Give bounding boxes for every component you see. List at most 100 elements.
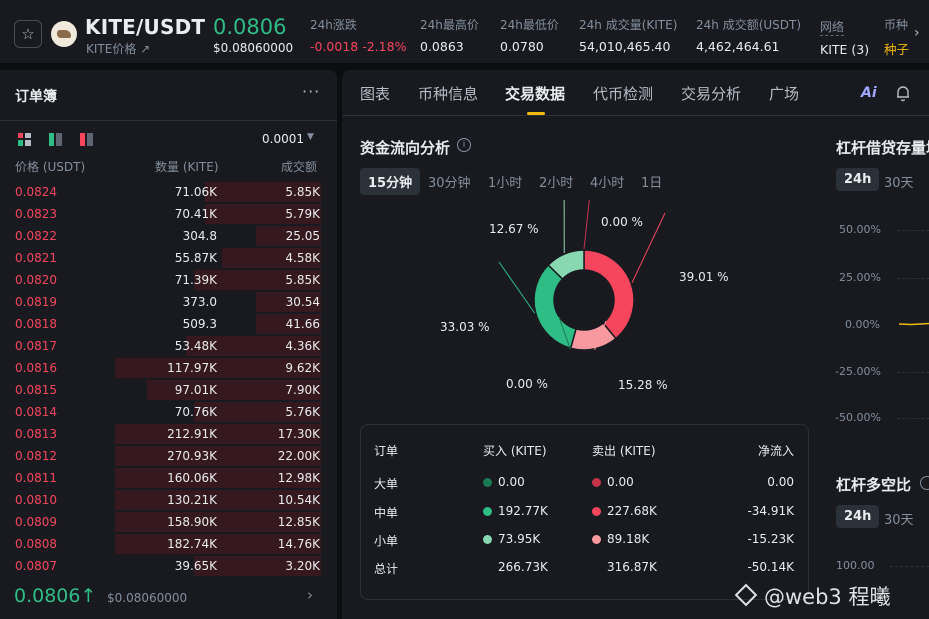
ask-row[interactable]: 0.0818 509.3 41.66 [0, 313, 337, 335]
chevron-right-icon[interactable]: › [307, 586, 313, 604]
period-15m[interactable]: 15分钟 [360, 168, 421, 195]
more-dots-icon[interactable]: ··· [302, 82, 320, 101]
period-30m[interactable]: 30分钟 [420, 168, 479, 195]
ask-price: 0.0814 [15, 405, 57, 419]
ask-row[interactable]: 0.0822 304.8 25.05 [0, 225, 337, 247]
view-bids-icon[interactable] [49, 133, 62, 146]
tab-bar: 图表 币种信息 交易数据 代币检测 交易分析 广场 Ai [342, 70, 929, 116]
ask-row[interactable]: 0.0814 70.76K 5.76K [0, 401, 337, 423]
period-2h[interactable]: 2小时 [531, 168, 581, 195]
bell-icon[interactable] [894, 84, 912, 102]
info-circle-icon[interactable] [920, 476, 929, 490]
donut-label: 15.28 % [618, 378, 668, 392]
stat-token-tag: 币种 种子 [884, 16, 912, 58]
ls-period-30d[interactable]: 30天 [876, 505, 922, 532]
ask-row[interactable]: 0.0817 53.48K 4.36K [0, 335, 337, 357]
ask-row[interactable]: 0.0815 97.01K 7.90K [0, 379, 337, 401]
ask-qty: 97.01K [174, 383, 217, 397]
gridline [890, 566, 929, 567]
ask-price: 0.0817 [15, 339, 57, 353]
view-both-icon[interactable] [18, 133, 31, 146]
stat-24h-change: 24h涨跌 -0.0018 -2.18% [310, 16, 406, 54]
period-4h[interactable]: 4小时 [582, 168, 632, 195]
buy-cell: 192.77K [483, 504, 548, 518]
buy-value: 0.00 [498, 475, 525, 489]
ask-row[interactable]: 0.0820 71.39K 5.85K [0, 269, 337, 291]
tick-size-select[interactable]: 0.0001 [262, 132, 304, 146]
stat-label: 24h涨跌 [310, 18, 357, 32]
info-circle-icon[interactable]: i [457, 138, 471, 152]
sell-cell: 89.18K [592, 532, 649, 546]
donut-slice[interactable] [583, 249, 635, 340]
ask-qty: 182.74K [167, 537, 217, 551]
ask-qty: 70.76K [174, 405, 217, 419]
ask-row[interactable]: 0.0824 71.06K 5.85K [0, 181, 337, 203]
period-1h[interactable]: 1小时 [480, 168, 530, 195]
ask-total: 3.20K [285, 559, 320, 573]
buy-cell: 0.00 [483, 475, 525, 489]
pair-title[interactable]: KITE/USDT [85, 15, 205, 39]
th-buy: 买入 (KITE) [483, 444, 547, 458]
stat-label: 24h 成交量(KITE) [579, 18, 678, 32]
chevron-right-icon[interactable]: › [914, 25, 920, 41]
ask-row[interactable]: 0.0823 70.41K 5.79K [0, 203, 337, 225]
ask-total: 7.90K [285, 383, 320, 397]
ask-price: 0.0819 [15, 295, 57, 309]
order-book-title: 订单簿 [15, 89, 57, 105]
legend-dot [592, 507, 601, 516]
y-tick: 0.00% [845, 318, 880, 331]
tab-token-check[interactable]: 代币检测 [593, 83, 653, 104]
ask-total: 10.54K [277, 493, 320, 507]
margin-period-30d[interactable]: 30天 [876, 168, 922, 195]
net-value: -34.91K [747, 504, 794, 518]
ask-qty: 39.65K [174, 559, 217, 573]
stat-value: 0.0780 [500, 39, 544, 54]
ask-row[interactable]: 0.0810 130.21K 10.54K [0, 489, 337, 511]
ask-total: 4.58K [285, 251, 320, 265]
stat-label: 币种 [884, 18, 909, 32]
ask-qty: 270.93K [167, 449, 217, 463]
active-tab-indicator [527, 112, 545, 115]
watermark-logo-icon [734, 583, 758, 607]
ask-row[interactable]: 0.0809 158.90K 12.85K [0, 511, 337, 533]
view-asks-icon[interactable] [80, 133, 93, 146]
stat-network[interactable]: 网络 KITE (3) [820, 16, 869, 57]
caret-down-icon[interactable]: ▼ [307, 132, 314, 142]
ask-price: 0.0813 [15, 427, 57, 441]
ask-row[interactable]: 0.0813 212.91K 17.30K [0, 423, 337, 445]
margin-period-24h[interactable]: 24h [836, 168, 880, 191]
tab-square[interactable]: 广场 [769, 83, 799, 104]
ask-row[interactable]: 0.0816 117.97K 9.62K [0, 357, 337, 379]
legend-dot [592, 535, 601, 544]
sell-value: 0.00 [607, 475, 634, 489]
ask-row[interactable]: 0.0807 39.65K 3.20K [0, 555, 337, 577]
donut-slice[interactable] [533, 263, 577, 350]
buy-value: 73.95K [498, 532, 541, 546]
ask-row[interactable]: 0.0819 373.0 30.54 [0, 291, 337, 313]
coin-price-link[interactable]: KITE价格 ↗ [86, 40, 150, 57]
fund-flow-table: 订单 买入 (KITE) 卖出 (KITE) 净流入 大单 0.00 0.00 … [360, 424, 809, 600]
col-price: 价格 (USDT) [15, 160, 86, 174]
ask-total: 5.79K [285, 207, 320, 221]
y-tick: -25.00% [835, 365, 881, 378]
margin-loan-title: 杠杆借贷存量增 [836, 139, 929, 157]
star-outline-icon[interactable]: ☆ [14, 20, 42, 48]
tab-chart[interactable]: 图表 [360, 83, 390, 104]
ask-total: 12.98K [277, 471, 320, 485]
ask-total: 9.62K [285, 361, 320, 375]
buy-cell: 73.95K [483, 532, 540, 546]
ask-row[interactable]: 0.0808 182.74K 14.76K [0, 533, 337, 555]
row-label: 小单 [374, 534, 399, 548]
ai-icon[interactable]: Ai [861, 85, 877, 101]
tab-trade-analysis[interactable]: 交易分析 [681, 83, 741, 104]
ask-row[interactable]: 0.0811 160.06K 12.98K [0, 467, 337, 489]
ask-row[interactable]: 0.0821 55.87K 4.58K [0, 247, 337, 269]
ask-qty: 71.06K [174, 185, 217, 199]
ask-total: 30.54 [285, 295, 320, 309]
ls-period-24h[interactable]: 24h [836, 505, 880, 528]
tab-trading-data[interactable]: 交易数据 [505, 83, 565, 104]
market-header: ☆ KITE/USDT KITE价格 ↗ 0.0806 $0.08060000 … [0, 0, 929, 64]
ask-row[interactable]: 0.0812 270.93K 22.00K [0, 445, 337, 467]
tab-coin-info[interactable]: 币种信息 [418, 83, 478, 104]
period-1d[interactable]: 1日 [633, 168, 670, 195]
